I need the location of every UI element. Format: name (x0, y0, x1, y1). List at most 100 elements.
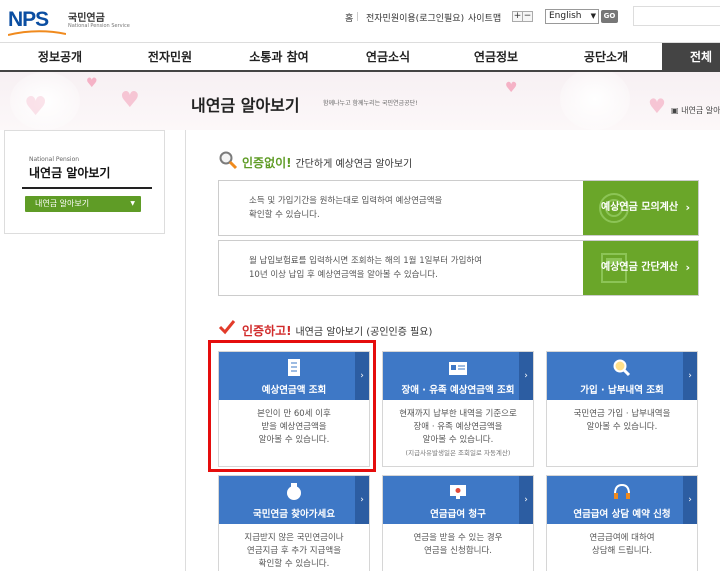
card-desc-line: 연금을 신청합니다. (424, 546, 492, 556)
logo-mark: NPS (8, 8, 49, 31)
card-title: 연금급여 상담 예약 신청 (573, 509, 671, 520)
logo-english: National Pension Service (68, 23, 130, 29)
side-nav-menu-label: 내연금 알아보기 (35, 199, 90, 208)
top-bar: NPS 국민연금 National Pension Service 홈 전자민원… (0, 0, 720, 42)
heart-icon: ♥ (86, 76, 98, 91)
nav-info-disclosure[interactable]: 정보공개 (20, 43, 100, 71)
title-banner: ♥ ♥ ♥ ♥ ♥ 내연금 알아보기 함께나누고 함께누리는 국민연금공단! ▣… (0, 72, 720, 130)
section-emphasis: 인증없이! (242, 156, 292, 170)
nav-all-menu[interactable]: 전체메 (662, 43, 720, 92)
nav-pension-news[interactable]: 연금소식 (348, 43, 428, 71)
card-desc-line: 장애 · 유족 예상연금액을 (413, 422, 503, 432)
logo-korean: 국민연금 (68, 13, 105, 24)
id-card-icon (449, 362, 467, 375)
main-nav: 정보공개 전자민원 소통과 참여 연금소식 연금정보 공단소개 전체메 (0, 42, 720, 92)
card-header: 연금급여 상담 예약 신청 › (547, 476, 697, 524)
page-title: 내연금 알아보기 (191, 96, 300, 115)
card-desc-line: 연금을 받을 수 있는 경우 (413, 533, 503, 543)
side-nav: National Pension 내연금 알아보기 내연금 알아보기 ▼ (4, 130, 165, 234)
headset-icon (614, 483, 630, 499)
card-consultation-booking[interactable]: 연금급여 상담 예약 신청 › 연금급여에 대하여 상담해 드립니다. (546, 475, 698, 571)
side-nav-menu-button[interactable]: 내연금 알아보기 ▼ (25, 196, 141, 212)
card-description: 국민연금 가입 · 납부내역을 알아볼 수 있습니다. (547, 408, 697, 434)
section-title-no-auth: 인증없이! 간단하게 예상연금 알아보기 (242, 154, 412, 171)
monitor-icon (450, 485, 466, 499)
divider (357, 12, 358, 21)
card-desc-line: 상담해 드립니다. (591, 546, 653, 556)
chevron-right-icon: › (685, 201, 690, 214)
card-title: 장애 · 유족 예상연금액 조회 (401, 385, 515, 396)
nps-logo[interactable]: NPS 국민연금 National Pension Service (8, 6, 130, 36)
chevron-right-icon: › (683, 476, 697, 524)
card-benefit-claim[interactable]: 연금급여 청구 › 연금을 받을 수 있는 경우 연금을 신청합니다. (382, 475, 534, 571)
card-title: 국민연금 찾아가세요 (253, 509, 335, 520)
chevron-down-icon: ▼ (590, 12, 596, 20)
chevron-right-icon: › (683, 352, 697, 400)
magnifier-icon (613, 359, 631, 377)
card-desc-line: 국민연금 가입 · 납부내역을 (573, 409, 671, 419)
language-value: English (549, 11, 582, 21)
card-note: (지급사유발생일은 조회일로 자동계산) (405, 449, 511, 457)
magnifier-icon (219, 151, 238, 170)
home-link[interactable]: 홈 (345, 11, 353, 24)
nav-communication[interactable]: 소통과 참여 (234, 43, 324, 71)
calc-text-line: 확인할 수 있습니다. (249, 210, 320, 220)
card-desc-line: 확인할 수 있습니다. (258, 559, 330, 569)
login-link[interactable]: 전자민원이용(로그인필요) (366, 11, 464, 24)
chevron-right-icon: › (519, 352, 533, 400)
chevron-right-icon: › (519, 476, 533, 524)
calc-description: 월 납입보험료를 입력하시면 조회하는 해의 1월 1일부터 가입하여 10년 … (249, 254, 549, 282)
chevron-right-icon: › (685, 261, 690, 274)
card-description: 연금을 받을 수 있는 경우 연금을 신청합니다. (383, 532, 533, 558)
caret-down-icon: ▼ (130, 200, 135, 207)
simple-calc-label: 예상연금 간단계산 (601, 262, 679, 273)
card-header: 국민연금 찾아가세요 › (219, 476, 369, 524)
language-select[interactable]: English ▼ (545, 9, 599, 24)
side-nav-eng: National Pension (29, 156, 80, 163)
checkmark-icon (218, 320, 236, 335)
section-rest: 내연금 알아보기 (공인인증 필요) (295, 327, 433, 338)
card-title: 가입 · 납부내역 조회 (580, 385, 664, 396)
mock-calc-button[interactable]: 예상연금 모의계산 › (583, 181, 698, 235)
card-desc-line: 연금급여에 대하여 (589, 533, 655, 543)
calc-text-line: 소득 및 가입기간을 원하는대로 입력하여 예상연금액을 (249, 196, 443, 206)
home-icon: ▣ (671, 106, 682, 115)
heart-icon: ♥ (24, 92, 48, 122)
breadcrumb: ▣ 내연금 알아 (671, 105, 720, 116)
simple-calc-button[interactable]: 예상연금 간단계산 › (583, 241, 698, 295)
go-button[interactable]: GO (601, 10, 618, 23)
breadcrumb-label: 내연금 알아 (681, 106, 720, 115)
card-header: 장애 · 유족 예상연금액 조회 › (383, 352, 533, 400)
search-input[interactable] (633, 6, 720, 26)
card-title: 연금급여 청구 (430, 509, 486, 520)
chevron-right-icon: › (355, 476, 369, 524)
highlight-box (208, 340, 376, 472)
sitemap-link[interactable]: 사이트맵 (468, 11, 501, 24)
logo-swoosh-icon (8, 30, 66, 36)
nav-about[interactable]: 공단소개 (566, 43, 646, 71)
card-description: 현재까지 납부한 내역을 기준으로 장애 · 유족 예상연금액을 알아볼 수 있… (383, 408, 533, 460)
card-desc-line: 현재까지 납부한 내역을 기준으로 (399, 409, 517, 419)
card-desc-line: 알아볼 수 있습니다. (422, 435, 494, 445)
divider (22, 187, 152, 189)
page-subtitle: 함께나누고 함께누리는 국민연금공단! (323, 100, 418, 107)
card-description: 연금급여에 대하여 상담해 드립니다. (547, 532, 697, 558)
calc-box-mock: 소득 및 가입기간을 원하는대로 입력하여 예상연금액을 확인할 수 있습니다.… (218, 180, 699, 236)
zoom-out-button[interactable]: − (522, 11, 533, 22)
card-subscription-history[interactable]: 가입 · 납부내역 조회 › 국민연금 가입 · 납부내역을 알아볼 수 있습니… (546, 351, 698, 467)
heart-icon: ♥ (648, 94, 666, 118)
card-disability-survivor[interactable]: 장애 · 유족 예상연금액 조회 › 현재까지 납부한 내역을 기준으로 장애 … (382, 351, 534, 467)
card-desc-line: 알아볼 수 있습니다. (586, 422, 658, 432)
card-header: 가입 · 납부내역 조회 › (547, 352, 697, 400)
money-bag-icon (287, 483, 301, 500)
calc-box-simple: 월 납입보험료를 입력하시면 조회하는 해의 1월 1일부터 가입하여 10년 … (218, 240, 699, 296)
nav-pension-info[interactable]: 연금정보 (456, 43, 536, 71)
heart-icon: ♥ (505, 80, 518, 96)
heart-icon: ♥ (120, 88, 140, 113)
mock-calc-label: 예상연금 모의계산 (601, 202, 679, 213)
calc-text-line: 10년 이상 납입 후 예상연금액을 알아볼 수 있습니다. (249, 270, 438, 280)
card-find-pension[interactable]: 국민연금 찾아가세요 › 지급받지 않은 국민연금이나 연금지급 후 추가 지급… (218, 475, 370, 571)
section-rest: 간단하게 예상연금 알아보기 (295, 159, 413, 170)
nav-e-civil[interactable]: 전자민원 (130, 43, 210, 71)
calc-text-line: 월 납입보험료를 입력하시면 조회하는 해의 1월 1일부터 가입하여 (249, 256, 483, 266)
